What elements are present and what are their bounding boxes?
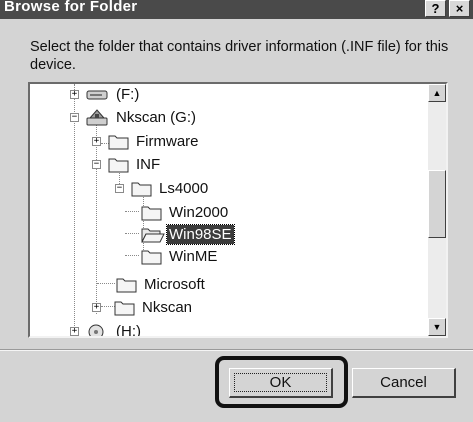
- expand-toggle[interactable]: +: [92, 137, 101, 146]
- tree-item-label: Ls4000: [159, 180, 209, 197]
- ok-button[interactable]: OK: [229, 368, 333, 398]
- expand-toggle[interactable]: +: [92, 303, 101, 312]
- folder-tree[interactable]: + (F:) − Nkscan (G:) + Firmware − INF − …: [28, 82, 448, 338]
- tree-item-label: (H:): [116, 323, 141, 338]
- tree-item-win98se[interactable]: Win98SE: [30, 224, 428, 246]
- tree-item-label: Microsoft: [144, 276, 205, 293]
- open-folder-icon: [131, 182, 152, 197]
- folder-icon: [141, 206, 162, 221]
- folder-icon: [108, 135, 129, 150]
- instruction-text: Select the folder that contains driver i…: [30, 39, 449, 73]
- open-folder-icon: [108, 158, 129, 173]
- tree-item-label: INF: [136, 156, 161, 173]
- tree-item-winme[interactable]: WinME: [30, 246, 428, 268]
- close-button[interactable]: ×: [449, 0, 470, 17]
- tree-item-ls4000[interactable]: − Ls4000: [30, 178, 428, 200]
- tree-item-label: WinME: [169, 248, 218, 265]
- title-bar[interactable]: Browse for Folder ? ×: [0, 0, 473, 19]
- tree-item-label: Win2000: [169, 204, 229, 221]
- scroll-down-button[interactable]: ▼: [428, 318, 446, 336]
- tree-item-label: (F:): [116, 86, 140, 103]
- focus-rect: [234, 373, 327, 392]
- tree-item-label: Nkscan: [142, 299, 193, 316]
- cancel-button-label: Cancel: [380, 374, 427, 391]
- cancel-button[interactable]: Cancel: [352, 368, 456, 398]
- drive-icon: [86, 90, 108, 100]
- scroll-up-button[interactable]: ▲: [428, 84, 446, 102]
- tree-item-drive-f[interactable]: + (F:): [30, 84, 428, 106]
- tree-item-nkscan[interactable]: + Nkscan: [30, 297, 428, 319]
- folder-icon: [116, 278, 137, 293]
- scroll-thumb[interactable]: [428, 170, 446, 238]
- help-button[interactable]: ?: [425, 0, 446, 17]
- tree-item-inf[interactable]: − INF: [30, 154, 428, 176]
- dialog-title: Browse for Folder: [4, 0, 138, 15]
- expand-toggle[interactable]: +: [70, 327, 79, 336]
- expand-toggle[interactable]: +: [70, 90, 79, 99]
- tree-item-microsoft[interactable]: Microsoft: [30, 274, 428, 296]
- vertical-scrollbar[interactable]: ▲ ▼: [428, 84, 446, 336]
- tree-item-label: Nkscan (G:): [116, 109, 197, 126]
- folder-tree-viewport: + (F:) − Nkscan (G:) + Firmware − INF − …: [30, 84, 428, 336]
- tree-item-drive-h[interactable]: + (H:): [30, 321, 428, 338]
- folder-icon: [114, 301, 135, 316]
- open-folder-icon: [141, 228, 165, 243]
- tree-item-win2000[interactable]: Win2000: [30, 202, 428, 224]
- collapse-toggle[interactable]: −: [70, 113, 79, 122]
- tree-item-label: Firmware: [136, 133, 199, 150]
- tree-item-nkscan-drive[interactable]: − Nkscan (G:): [30, 107, 428, 129]
- folder-icon: [141, 250, 162, 265]
- cd-icon: [88, 324, 104, 336]
- tree-item-firmware[interactable]: + Firmware: [30, 131, 428, 153]
- collapse-toggle[interactable]: −: [115, 184, 124, 193]
- cd-drive-icon: [86, 109, 108, 126]
- browse-for-folder-dialog: Browse for Folder ? × Select the folder …: [0, 0, 473, 422]
- tree-item-label: Win98SE: [166, 224, 235, 245]
- collapse-toggle[interactable]: −: [92, 160, 101, 169]
- divider: [0, 349, 473, 351]
